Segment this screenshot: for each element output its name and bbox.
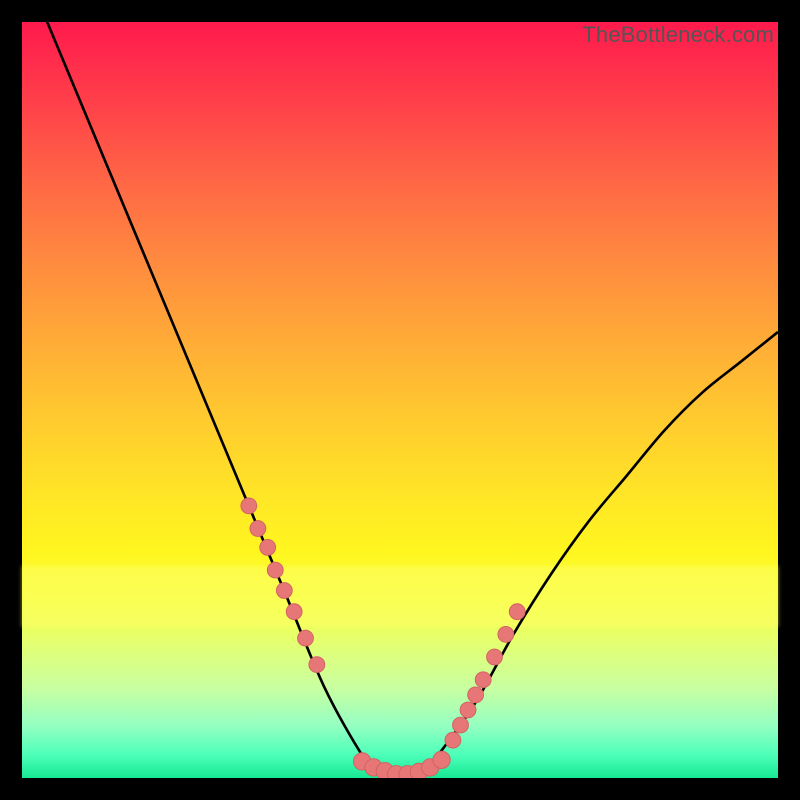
data-marker (433, 751, 450, 768)
data-marker (241, 498, 257, 514)
data-marker (267, 562, 283, 578)
bottleneck-curve (22, 22, 778, 778)
data-marker (286, 604, 302, 620)
watermark-text: TheBottleneck.com (582, 22, 774, 48)
data-marker (460, 702, 476, 718)
data-marker (509, 604, 525, 620)
data-marker (445, 732, 461, 748)
data-marker (250, 521, 266, 537)
data-marker (309, 657, 325, 673)
bottleneck-curve-svg (22, 22, 778, 778)
chart-gradient-background (22, 22, 778, 778)
chart-frame: TheBottleneck.com (20, 20, 780, 780)
data-marker (298, 630, 314, 646)
data-marker (260, 539, 276, 555)
data-marker (276, 583, 292, 599)
data-marker (475, 672, 491, 688)
data-marker (468, 687, 484, 703)
data-marker (498, 626, 514, 642)
data-marker (453, 717, 469, 733)
data-marker (487, 649, 503, 665)
